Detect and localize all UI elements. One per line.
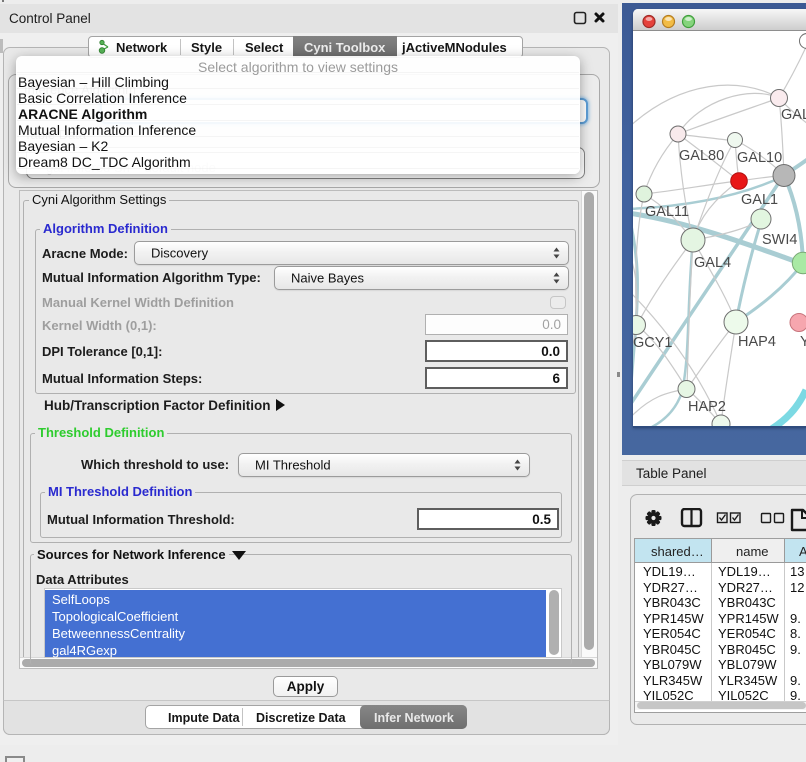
svg-text:GCY1: GCY1 bbox=[633, 335, 673, 351]
svg-text:HAP4: HAP4 bbox=[738, 334, 776, 350]
svg-text:GAL80: GAL80 bbox=[679, 148, 724, 164]
svg-text:GAL4: GAL4 bbox=[694, 255, 731, 271]
svg-text:GAL1: GAL1 bbox=[741, 192, 778, 208]
svg-text:GAL7: GAL7 bbox=[781, 107, 806, 123]
svg-text:GAL11: GAL11 bbox=[645, 204, 689, 220]
svg-text:HAP2: HAP2 bbox=[688, 399, 726, 415]
svg-text:YM: YM bbox=[800, 334, 806, 350]
svg-text:GAL10: GAL10 bbox=[737, 150, 782, 166]
svg-text:SWI4: SWI4 bbox=[762, 232, 797, 248]
